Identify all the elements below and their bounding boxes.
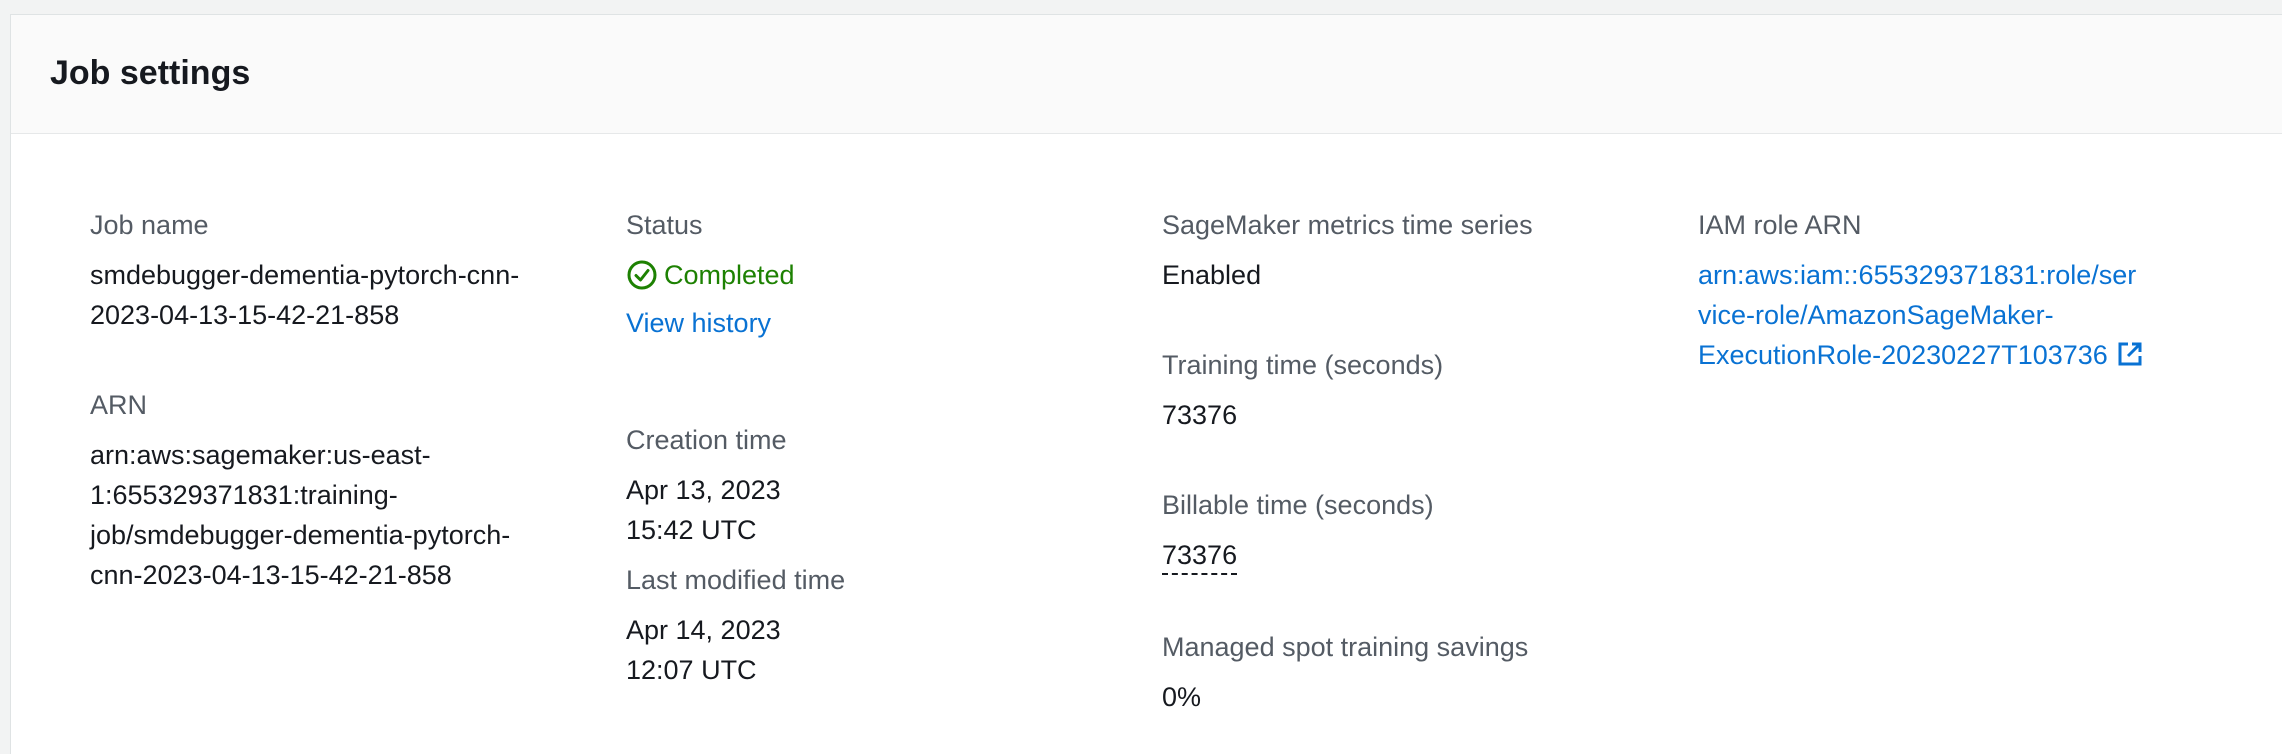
billable-time-value-wrap: 73376 — [1162, 535, 1434, 575]
training-time-value: 73376 — [1162, 400, 1238, 430]
external-link-icon — [2116, 339, 2144, 379]
view-history-link[interactable]: View history — [626, 308, 771, 338]
job-name-label: Job name — [90, 210, 209, 240]
job-name-line: smdebugger-dementia-pytorch-cnn- — [90, 260, 520, 290]
last-modified-time-label: Last modified time — [626, 565, 846, 595]
arn-line: cnn-2023-04-13-15-42-21-858 — [90, 560, 452, 590]
iam-role-value: arn:aws:iam::655329371831:role/ser vice-… — [1698, 255, 2144, 379]
job-name-line: 2023-04-13-15-42-21-858 — [90, 300, 400, 330]
arn-line: arn:aws:sagemaker:us-east- — [90, 440, 431, 470]
billable-time-label: Billable time (seconds) — [1162, 490, 1434, 520]
panel-title: Job settings — [50, 54, 251, 92]
status-field: Status Completed View history — [626, 205, 795, 343]
status-label: Status — [626, 210, 703, 240]
arn-field: ARN arn:aws:sagemaker:us-east- 1:6553293… — [90, 385, 510, 595]
creation-time-field: Creation time Apr 13, 2023 15:42 UTC — [626, 420, 787, 550]
arn-line: 1:655329371831:training- — [90, 480, 398, 510]
arn-label: ARN — [90, 390, 148, 420]
billable-time-field: Billable time (seconds) 73376 — [1162, 485, 1434, 575]
job-name-field: Job name smdebugger-dementia-pytorch-cnn… — [90, 205, 519, 335]
iam-role-link[interactable]: arn:aws:iam::655329371831:role/ser vice-… — [1698, 255, 2144, 379]
creation-time-label: Creation time — [626, 425, 787, 455]
training-time-field: Training time (seconds) 73376 — [1162, 345, 1443, 435]
job-settings-panel: Job settings Job name smdebugger-dementi… — [10, 14, 2282, 754]
iam-role-line-last: ExecutionRole-20230227T103736 — [1698, 335, 2144, 379]
status-text: Completed — [664, 260, 795, 290]
status-value: Completed — [626, 255, 795, 295]
job-name-value: smdebugger-dementia-pytorch-cnn- 2023-04… — [90, 255, 519, 335]
panel-header: Job settings — [11, 15, 2282, 134]
iam-role-label: IAM role ARN — [1698, 210, 1862, 240]
last-modified-time-field: Last modified time Apr 14, 2023 12:07 UT… — [626, 560, 845, 690]
check-circle-icon — [626, 259, 658, 291]
metrics-time-series-value: Enabled — [1162, 260, 1262, 290]
metrics-time-series-field: SageMaker metrics time series Enabled — [1162, 205, 1533, 295]
iam-role-line: vice-role/AmazonSageMaker- — [1698, 300, 2054, 330]
training-time-label: Training time (seconds) — [1162, 350, 1444, 380]
arn-line: job/smdebugger-dementia-pytorch- — [90, 520, 511, 550]
billable-time-value[interactable]: 73376 — [1162, 537, 1238, 575]
iam-role-field: IAM role ARN arn:aws:iam::655329371831:r… — [1698, 205, 2144, 379]
spot-savings-label: Managed spot training savings — [1162, 632, 1529, 662]
arn-value: arn:aws:sagemaker:us-east- 1:65532937183… — [90, 435, 510, 595]
spot-savings-value: 0% — [1162, 682, 1202, 712]
last-modified-time-value: Apr 14, 2023 12:07 UTC — [626, 615, 781, 685]
view-history-wrap: View history — [626, 303, 795, 343]
iam-role-line: ExecutionRole-20230227T103736 — [1698, 340, 2108, 370]
creation-time-value: Apr 13, 2023 15:42 UTC — [626, 475, 781, 545]
metrics-time-series-label: SageMaker metrics time series — [1162, 210, 1533, 240]
spot-savings-field: Managed spot training savings 0% — [1162, 627, 1528, 717]
iam-role-line: arn:aws:iam::655329371831:role/ser — [1698, 260, 2137, 290]
